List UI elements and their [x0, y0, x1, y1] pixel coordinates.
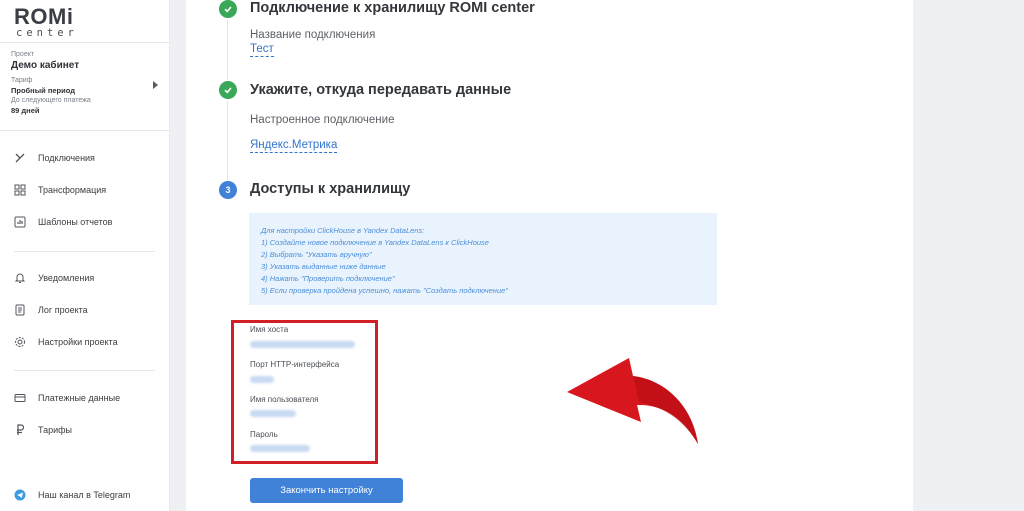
sidebar-item-label: Шаблоны отчетов [38, 217, 113, 227]
sidebar-item-connections[interactable]: Подключения [13, 149, 163, 167]
project-name: Демо кабинет [11, 60, 80, 71]
document-icon [13, 303, 27, 317]
telegram-icon [13, 488, 27, 502]
connections-icon [13, 151, 27, 165]
instruction-line: 1) Создайте новое подключение в Yandex D… [261, 238, 489, 247]
sidebar-item-project-settings[interactable]: Настройки проекта [13, 333, 163, 351]
next-payment-label: До следующего платежа [11, 97, 91, 104]
transformation-icon [13, 183, 27, 197]
step-3-title: Доступы к хранилищу [250, 181, 411, 197]
sidebar-item-transformation[interactable]: Трансформация [13, 181, 163, 199]
tariff-label: Тариф [11, 77, 33, 84]
instruction-line: Для настройки ClickHouse в Yandex DataLe… [261, 226, 425, 235]
configured-connection-label: Настроенное подключение [250, 114, 395, 126]
red-pointer-arrow-icon [567, 358, 698, 444]
setup-wizard-card: Подключение к хранилищу ROMI center Назв… [186, 0, 913, 511]
step-complete-check-icon [219, 81, 237, 99]
step-connector [227, 20, 228, 80]
bell-icon [13, 271, 27, 285]
project-info[interactable]: Проект Демо кабинет Тариф Пробный период… [11, 50, 166, 116]
logo-sub: center [16, 27, 78, 39]
gear-icon [13, 335, 27, 349]
sidebar-item-tariffs[interactable]: Тарифы [13, 421, 163, 439]
sidebar-item-label: Платежные данные [38, 393, 121, 403]
divider [14, 370, 155, 371]
step-1-title: Подключение к хранилищу ROMI center [250, 0, 535, 16]
divider [14, 251, 155, 252]
sidebar: ROMi center Проект Демо кабинет Тариф Пр… [0, 0, 170, 511]
chevron-right-icon[interactable] [153, 81, 158, 89]
instructions-box: Для настройки ClickHouse в Yandex DataLe… [249, 213, 717, 305]
divider [0, 130, 170, 131]
credentials-highlight-frame [231, 320, 378, 464]
instruction-line: 3) Указать выданные ниже данные [261, 262, 386, 271]
sidebar-item-label: Настройки проекта [38, 337, 118, 347]
sidebar-item-label: Подключения [38, 153, 95, 163]
sidebar-item-label: Трансформация [38, 185, 107, 195]
sidebar-item-label: Наш канал в Telegram [38, 490, 131, 500]
configured-connection-value[interactable]: Яндекс.Метрика [250, 139, 338, 153]
instruction-line: 5) Если проверка пройдена успешно, нажат… [261, 286, 508, 295]
sidebar-item-label: Тарифы [38, 425, 73, 435]
sidebar-item-report-templates[interactable]: Шаблоны отчетов [13, 213, 163, 231]
project-label: Проект [11, 51, 35, 58]
step-complete-check-icon [219, 0, 237, 18]
sidebar-item-label: Уведомления [38, 273, 95, 283]
finish-setup-button[interactable]: Закончить настройку [250, 478, 403, 503]
divider [0, 42, 170, 43]
ruble-icon [13, 423, 27, 437]
sidebar-item-telegram[interactable]: Наш канал в Telegram [13, 486, 163, 504]
connection-name-label: Название подключения [250, 29, 376, 41]
sidebar-item-project-log[interactable]: Лог проекта [13, 301, 163, 319]
chart-icon [13, 215, 27, 229]
tariff-value: Пробный период [11, 86, 75, 95]
credit-card-icon [13, 391, 27, 405]
romi-logo[interactable]: ROMi center [14, 6, 78, 39]
connection-name-value[interactable]: Тест [250, 43, 274, 57]
instruction-line: 4) Нажать "Проверить подключение" [261, 274, 395, 283]
step-2-title: Укажите, откуда передавать данные [250, 82, 512, 98]
step-connector [227, 101, 228, 180]
sidebar-item-payment-data[interactable]: Платежные данные [13, 389, 163, 407]
logo-brand: ROMi [14, 4, 74, 29]
sidebar-item-notifications[interactable]: Уведомления [13, 269, 163, 287]
next-payment-value: 89 дней [11, 106, 40, 115]
instruction-line: 2) Выбрать "Указать вручную" [261, 250, 372, 259]
sidebar-item-label: Лог проекта [38, 305, 88, 315]
step-3-number: 3 [219, 181, 237, 199]
